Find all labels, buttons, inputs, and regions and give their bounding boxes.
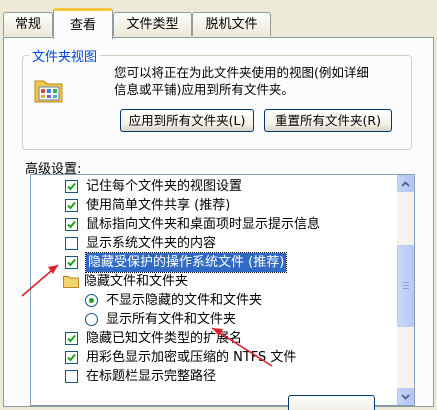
folder-views-title: 文件夹视图 [32,50,98,65]
tab-label: 脱机文件 [205,17,258,32]
advanced-settings-list[interactable]: 记住每个文件夹的视图设置 使用简单文件共享 (推荐) 鼠标指向文件夹和桌面项时显… [30,174,415,406]
description-line: 信息或平铺)应用到所有文件夹。 [114,82,294,97]
list-item-label: 在标题栏显示完整路径 [86,369,217,384]
list-item[interactable]: 隐藏已知文件类型的扩展名 [65,329,242,348]
list-item-selected[interactable]: 隐藏受保护的操作系统文件 (推荐) [65,252,288,273]
thumb-grip [403,288,409,289]
tab-offline-files[interactable]: 脱机文件 [192,12,271,36]
scroll-thumb[interactable] [397,245,414,327]
apply-to-all-folders-button[interactable]: 应用到所有文件夹(L) [120,109,254,132]
list-item-label: 用彩色显示加密或压缩的 NTFS 文件 [86,350,297,365]
folder-icon [63,276,79,288]
chevron-down-icon [401,393,410,400]
radio-dot [89,298,94,303]
list-item[interactable]: 使用简单文件共享 (推荐) [65,196,230,215]
list-item[interactable]: 不显示隐藏的文件和文件夹 [85,291,262,310]
checkbox[interactable] [65,218,78,231]
list-item-label: 隐藏文件和文件夹 [84,274,189,289]
checkmark-icon [67,334,76,343]
list-item[interactable]: 用彩色显示加密或压缩的 NTFS 文件 [65,348,296,367]
checkbox[interactable] [65,237,78,250]
folder-views-group: 文件夹视图 [22,46,412,150]
list-item-group: 隐藏文件和文件夹 [63,272,188,291]
tab-strip: 常规 查看 文件类型 脱机文件 [0,8,437,39]
checkbox[interactable] [65,180,78,193]
tab-general[interactable]: 常规 [3,12,53,36]
scroll-down-button[interactable] [397,388,414,405]
checkmark-icon [67,258,76,267]
checkmark-icon [67,182,76,191]
list-item-label: 隐藏受保护的操作系统文件 (推荐) [84,252,288,273]
checkmark-icon [67,201,76,210]
tab-label: 查看 [69,18,96,33]
tab-view[interactable]: 查看 [53,8,113,39]
chevron-up-icon [401,180,410,187]
scroll-up-button[interactable] [397,175,414,192]
tab-label: 常规 [14,17,41,32]
checkbox[interactable] [65,199,78,212]
list-item[interactable]: 显示所有文件和文件夹 [85,310,236,329]
folder-view-icon [34,80,63,103]
restore-defaults-button[interactable] [288,395,375,410]
radio-button[interactable] [85,313,98,326]
list-item[interactable]: 显示系统文件夹的内容 [65,234,216,253]
checkmark-icon [67,220,76,229]
tab-panel-view: 文件夹视图 您可以将正在为此文件夹使用的视图(例如详细 信息或平铺)应用到所有文… [3,37,434,407]
thumb-grip [403,285,409,286]
folder-views-description: 您可以将正在为此文件夹使用的视图(例如详细 信息或平铺)应用到所有文件夹。 [114,64,384,98]
list-item[interactable]: 鼠标指向文件夹和桌面项时显示提示信息 [65,215,320,234]
checkmark-icon [67,353,76,362]
list-item-label: 使用简单文件共享 (推荐) [86,198,231,213]
list-item-label: 鼠标指向文件夹和桌面项时显示提示信息 [86,217,321,232]
checkbox[interactable] [65,332,78,345]
checkbox[interactable] [65,351,78,364]
reset-all-folders-button[interactable]: 重置所有文件夹(R) [264,109,392,132]
vertical-scrollbar[interactable] [397,175,414,405]
checkbox[interactable] [65,370,78,383]
list-item-label: 显示所有文件和文件夹 [106,312,237,327]
tab-label: 文件类型 [126,17,179,32]
list-item-label: 不显示隐藏的文件和文件夹 [106,293,263,308]
checkbox[interactable] [65,256,78,269]
radio-button[interactable] [85,294,98,307]
tab-file-types[interactable]: 文件类型 [113,12,192,36]
list-item-label: 隐藏已知文件类型的扩展名 [86,331,243,346]
list-item[interactable]: 在标题栏显示完整路径 [65,367,216,386]
list-item-label: 显示系统文件夹的内容 [86,236,217,251]
list-item-label: 记住每个文件夹的视图设置 [86,179,243,194]
description-line: 您可以将正在为此文件夹使用的视图(例如详细 [114,65,369,80]
list-item[interactable]: 记住每个文件夹的视图设置 [65,177,242,196]
thumb-grip [403,282,409,283]
